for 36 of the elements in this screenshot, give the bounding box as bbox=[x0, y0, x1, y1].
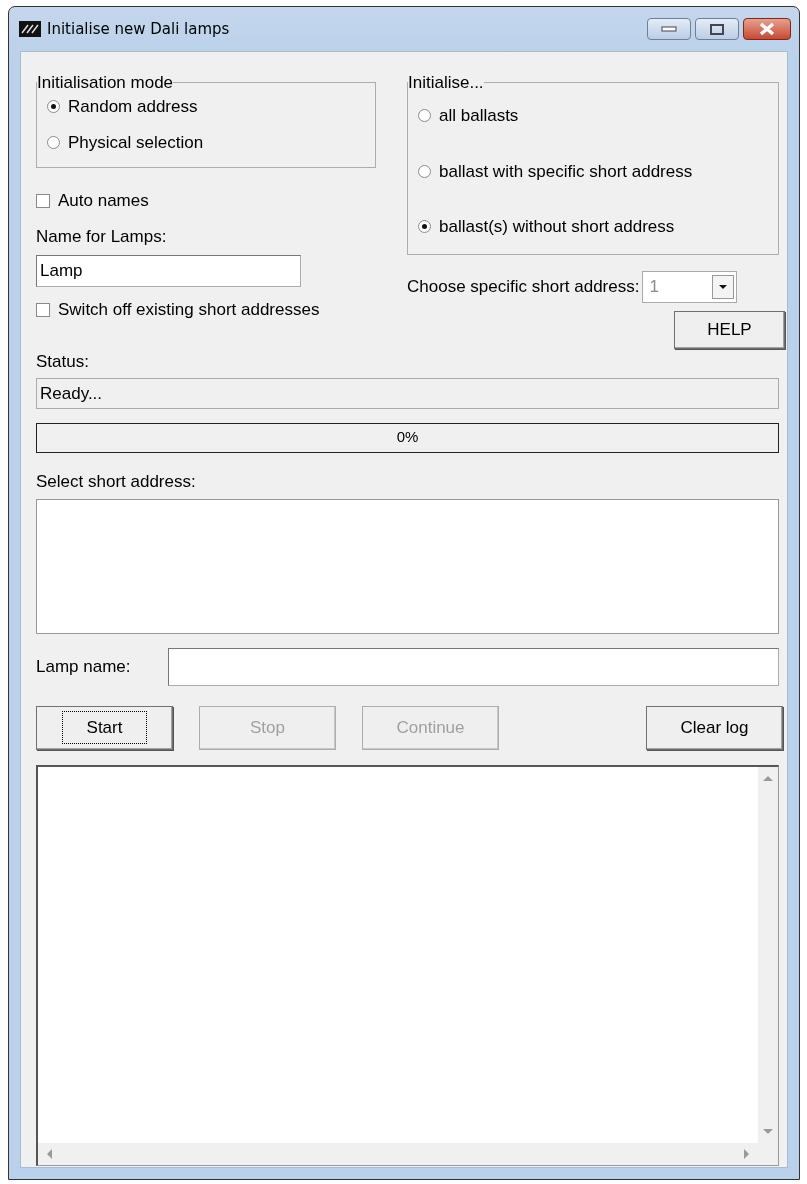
radio-option[interactable]: all ballasts bbox=[418, 103, 768, 129]
radio-option[interactable]: Physical selection bbox=[47, 129, 365, 155]
progress-reading: 0% bbox=[396, 427, 419, 448]
scroll-right-icon[interactable] bbox=[744, 1149, 750, 1159]
minimize-icon bbox=[661, 26, 677, 32]
vertical-scrollbar[interactable] bbox=[758, 767, 778, 1143]
close-icon bbox=[758, 22, 776, 36]
radio-option[interactable]: ballast(s) without short address bbox=[418, 214, 768, 240]
app-logo-icon bbox=[19, 21, 41, 37]
horizontal-scrollbar[interactable] bbox=[38, 1143, 758, 1165]
list-label: Select short address: bbox=[36, 470, 197, 493]
radio-option[interactable]: Random address bbox=[47, 94, 365, 120]
lamp-name-field[interactable] bbox=[168, 648, 779, 686]
group-title: Initialisation mode bbox=[37, 74, 174, 91]
checkbox-option[interactable]: Auto names bbox=[36, 188, 149, 214]
field-label: Lamp name: bbox=[36, 656, 132, 679]
action-button[interactable]: Start bbox=[36, 706, 173, 750]
maximize-button[interactable] bbox=[695, 18, 739, 40]
lamp-name-prefix-field[interactable]: Lamp bbox=[36, 255, 301, 287]
scroll-left-icon[interactable] bbox=[46, 1149, 52, 1159]
status-label: Status: bbox=[36, 351, 90, 373]
field-label: Choose specific short address: bbox=[407, 276, 640, 299]
status-field: Ready... bbox=[36, 377, 779, 409]
radio-option[interactable]: ballast with specific short address bbox=[418, 158, 768, 184]
group-title: Initialise... bbox=[408, 74, 484, 91]
maximize-icon bbox=[710, 23, 724, 35]
scroll-down-icon[interactable] bbox=[763, 1129, 773, 1135]
minimize-button[interactable] bbox=[647, 18, 691, 40]
action-button[interactable]: Clear log bbox=[646, 706, 783, 750]
scroll-up-icon[interactable] bbox=[763, 775, 773, 781]
field-label: Name for Lamps: bbox=[36, 225, 168, 248]
dropdown-value: 1 bbox=[649, 276, 660, 299]
window-title: Initialise new Dali lamps bbox=[47, 18, 230, 40]
close-button[interactable] bbox=[743, 18, 791, 40]
checkbox-option[interactable]: Switch off existing short addresses bbox=[36, 297, 320, 323]
help-button[interactable]: HELP bbox=[674, 311, 785, 349]
